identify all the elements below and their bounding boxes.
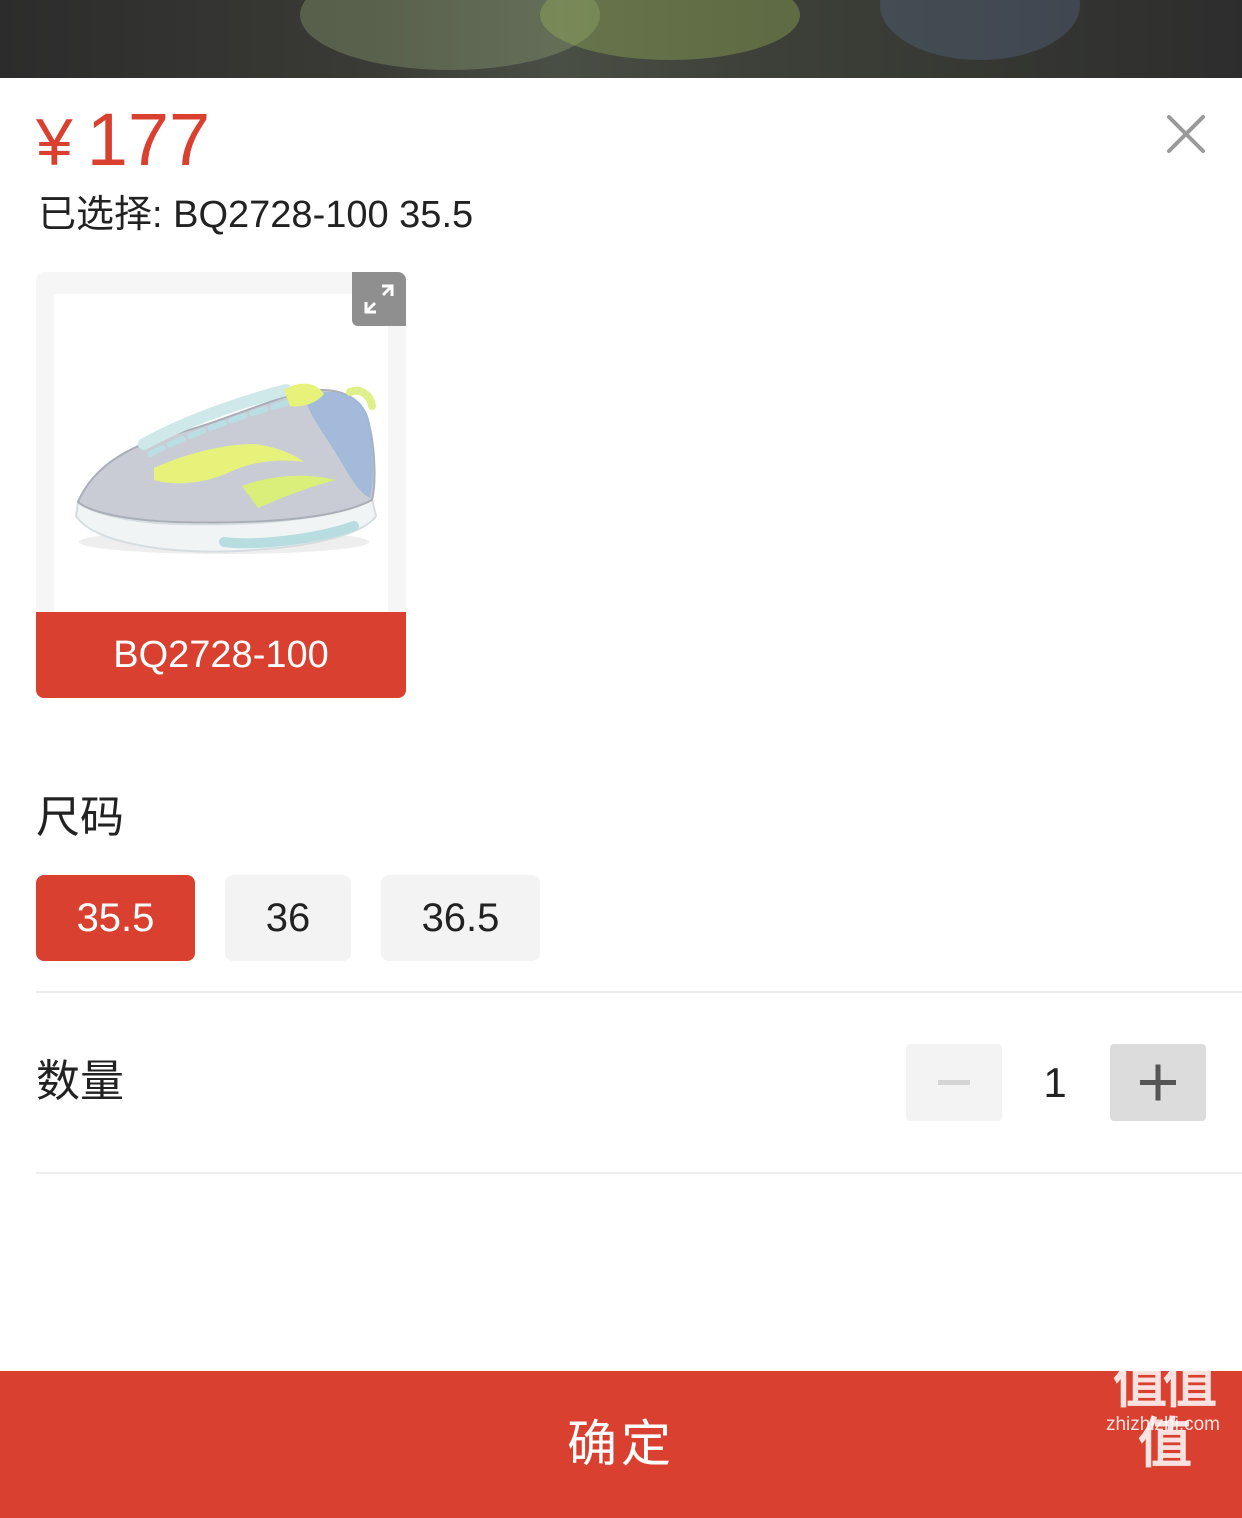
- watermark-url: zhizhizhi.com: [1105, 1414, 1221, 1435]
- currency-symbol: ¥: [36, 105, 73, 179]
- size-option-35-5[interactable]: 35.5: [36, 875, 195, 961]
- minus-icon: [938, 1080, 970, 1085]
- sku-sheet: ¥177 已选择: BQ2728-100 35.5 BQ2728-100 尺码 …: [0, 78, 1242, 1518]
- size-option-36-5[interactable]: 36.5: [381, 875, 540, 961]
- selected-prefix: 已选择:: [38, 194, 163, 236]
- backdrop-shade: [540, 0, 800, 60]
- quantity-increase-button[interactable]: [1110, 1044, 1206, 1121]
- plus-icon: [1140, 1064, 1176, 1101]
- price: ¥177: [36, 100, 210, 182]
- price-amount: 177: [86, 98, 211, 181]
- quantity-section-title: 数量: [36, 1057, 124, 1106]
- expand-icon: [364, 284, 394, 314]
- variant-label: BQ2728-100: [36, 612, 406, 698]
- selected-value: BQ2728-100 35.5: [173, 194, 474, 236]
- divider: [36, 1172, 1242, 1174]
- confirm-button[interactable]: 确定: [0, 1371, 1242, 1518]
- size-section-title: 尺码: [36, 793, 124, 842]
- divider: [36, 991, 1242, 993]
- quantity-decrease-button[interactable]: [906, 1044, 1002, 1121]
- dimmed-backdrop[interactable]: [0, 0, 1242, 78]
- sku-picker-page: ¥177 已选择: BQ2728-100 35.5 BQ2728-100 尺码 …: [0, 0, 1242, 1518]
- quantity-value[interactable]: 1: [1005, 1044, 1105, 1121]
- shoe-illustration: [74, 383, 378, 554]
- watermark: 值值值 zhizhizhi.com: [1090, 1354, 1236, 1474]
- close-button[interactable]: [1160, 108, 1212, 160]
- expand-image-button[interactable]: [352, 272, 406, 326]
- size-option-36[interactable]: 36: [225, 875, 351, 961]
- shoe-image: [54, 294, 388, 612]
- close-icon: [1167, 115, 1205, 153]
- backdrop-shade: [880, 0, 1080, 60]
- variant-option[interactable]: BQ2728-100: [36, 272, 406, 698]
- selected-summary: 已选择: BQ2728-100 35.5: [38, 192, 473, 238]
